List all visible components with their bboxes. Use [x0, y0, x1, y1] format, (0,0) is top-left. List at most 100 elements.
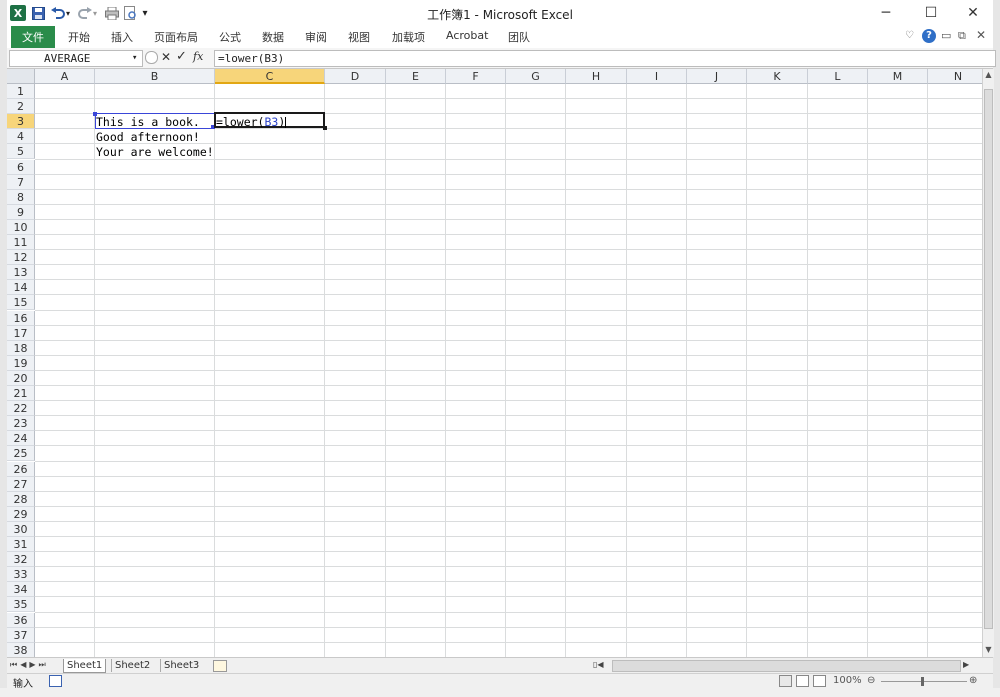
insert-function-icon[interactable]: fx: [193, 50, 203, 63]
row-header-6[interactable]: 6: [7, 159, 35, 175]
zoom-slider-track[interactable]: [881, 681, 967, 682]
row-header-18[interactable]: 18: [7, 340, 35, 356]
row-header-33[interactable]: 33: [7, 567, 35, 583]
column-header-h[interactable]: H: [566, 69, 627, 84]
column-header-e[interactable]: E: [386, 69, 446, 84]
macro-record-icon[interactable]: [49, 675, 62, 687]
workbook-minimize-icon[interactable]: ▭: [941, 29, 951, 42]
row-header-22[interactable]: 22: [7, 401, 35, 417]
insert-sheet-icon[interactable]: [213, 660, 227, 672]
cell-b4[interactable]: Good afternoon!: [96, 130, 200, 144]
sheet-navigation-icons[interactable]: ⏮◀▶⏭: [10, 660, 49, 670]
row-header-2[interactable]: 2: [7, 99, 35, 115]
row-header-35[interactable]: 35: [7, 597, 35, 613]
reference-handle[interactable]: [93, 112, 97, 116]
fill-handle[interactable]: [323, 126, 327, 130]
tab-insert[interactable]: 插入: [111, 29, 133, 45]
row-header-27[interactable]: 27: [7, 476, 35, 492]
row-header-17[interactable]: 17: [7, 325, 35, 341]
row-header-34[interactable]: 34: [7, 582, 35, 598]
page-break-view-icon[interactable]: [813, 675, 826, 687]
row-header-36[interactable]: 36: [7, 612, 35, 628]
maximize-button[interactable]: ☐: [908, 0, 954, 26]
scroll-right-icon[interactable]: ▶: [963, 660, 969, 669]
help-icon[interactable]: ?: [922, 29, 936, 43]
select-all-corner[interactable]: [7, 69, 35, 84]
row-header-19[interactable]: 19: [7, 355, 35, 371]
row-header-4[interactable]: 4: [7, 129, 35, 145]
row-header-32[interactable]: 32: [7, 552, 35, 568]
row-header-20[interactable]: 20: [7, 370, 35, 386]
enter-entry-icon[interactable]: ✓: [176, 49, 187, 64]
row-header-3[interactable]: 3: [7, 114, 35, 130]
worksheet-grid[interactable]: ABCDEFGHIJKLMN 1 2 3 4 5 6 7 8 9 10 11 12 13 14 15 16 17…: [7, 69, 982, 657]
sheet-tab-sheet3[interactable]: Sheet3: [160, 659, 202, 672]
column-header-n[interactable]: N: [928, 69, 982, 84]
row-header-5[interactable]: 5: [7, 144, 35, 160]
normal-view-icon[interactable]: [779, 675, 792, 687]
column-header-k[interactable]: K: [747, 69, 808, 84]
column-header-b[interactable]: B: [95, 69, 215, 84]
minimize-button[interactable]: ─: [863, 0, 909, 26]
sheet-tab-sheet1[interactable]: Sheet1: [63, 659, 107, 673]
tab-page-layout[interactable]: 页面布局: [154, 29, 198, 45]
row-header-38[interactable]: 38: [7, 642, 35, 657]
row-header-37[interactable]: 37: [7, 627, 35, 643]
tab-team[interactable]: 团队: [508, 29, 530, 45]
column-header-j[interactable]: J: [687, 69, 747, 84]
column-header-a[interactable]: A: [35, 69, 95, 84]
row-header-15[interactable]: 15: [7, 295, 35, 311]
row-header-11[interactable]: 11: [7, 235, 35, 251]
page-layout-view-icon[interactable]: [796, 675, 809, 687]
row-header-13[interactable]: 13: [7, 265, 35, 281]
scroll-up-icon[interactable]: ▲: [983, 69, 994, 81]
row-header-26[interactable]: 26: [7, 461, 35, 477]
workbook-restore-icon[interactable]: ⧉: [958, 29, 966, 43]
sheet-tab-sheet2[interactable]: Sheet2: [111, 659, 153, 672]
name-box-dropdown-icon[interactable]: ▾: [132, 51, 137, 66]
minimize-ribbon-icon[interactable]: ♡: [905, 30, 914, 41]
formula-input[interactable]: =lower(B3): [214, 50, 996, 67]
vertical-scrollbar[interactable]: ▲ ▼: [982, 69, 994, 657]
cell-c3-formula[interactable]: =lower(B3): [216, 115, 287, 129]
tab-acrobat[interactable]: Acrobat: [446, 29, 488, 42]
column-header-f[interactable]: F: [446, 69, 506, 84]
cell-b5[interactable]: Your are welcome!: [96, 145, 214, 159]
tab-data[interactable]: 数据: [262, 29, 284, 45]
tab-review[interactable]: 审阅: [305, 29, 327, 45]
row-header-30[interactable]: 30: [7, 521, 35, 537]
close-button[interactable]: ✕: [950, 0, 996, 26]
column-header-i[interactable]: I: [627, 69, 687, 84]
tab-add-ins[interactable]: 加载项: [392, 29, 425, 45]
tab-split-handle-icon[interactable]: ▯◀: [593, 660, 604, 669]
zoom-level[interactable]: 100%: [833, 675, 862, 686]
zoom-slider-thumb[interactable]: [921, 677, 924, 686]
row-header-12[interactable]: 12: [7, 250, 35, 266]
row-header-21[interactable]: 21: [7, 386, 35, 402]
row-header-9[interactable]: 9: [7, 204, 35, 220]
scroll-down-icon[interactable]: ▼: [983, 644, 994, 656]
vertical-scroll-thumb[interactable]: [984, 89, 993, 629]
row-header-10[interactable]: 10: [7, 219, 35, 235]
column-header-c[interactable]: C: [215, 69, 325, 84]
column-header-d[interactable]: D: [325, 69, 386, 84]
tab-file[interactable]: 文件: [11, 26, 55, 48]
cancel-entry-icon[interactable]: ✕: [161, 50, 171, 64]
tab-formulas[interactable]: 公式: [219, 29, 241, 45]
row-header-28[interactable]: 28: [7, 491, 35, 507]
formula-bar-expand-icon[interactable]: [145, 51, 158, 64]
row-header-8[interactable]: 8: [7, 189, 35, 205]
tab-view[interactable]: 视图: [348, 29, 370, 45]
zoom-out-icon[interactable]: ⊖: [867, 675, 875, 686]
row-header-1[interactable]: 1: [7, 84, 35, 100]
tab-home[interactable]: 开始: [68, 29, 90, 45]
row-header-29[interactable]: 29: [7, 506, 35, 522]
row-header-16[interactable]: 16: [7, 310, 35, 326]
zoom-in-icon[interactable]: ⊕: [969, 675, 977, 686]
row-header-23[interactable]: 23: [7, 416, 35, 432]
row-header-7[interactable]: 7: [7, 174, 35, 190]
column-header-m[interactable]: M: [868, 69, 928, 84]
workbook-close-icon[interactable]: ✕: [976, 28, 986, 42]
row-header-31[interactable]: 31: [7, 537, 35, 553]
row-header-14[interactable]: 14: [7, 280, 35, 296]
